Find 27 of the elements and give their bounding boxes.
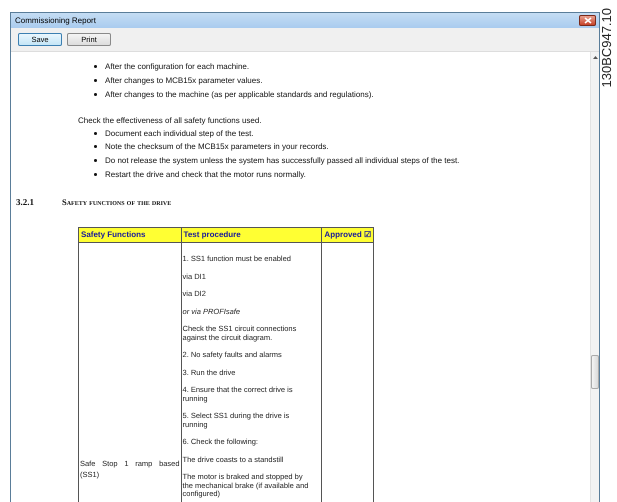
list-item: Do not release the system unless the system has successfully passed all individual steps of the test. [105, 156, 460, 166]
figure-code: 130BC947.10 [598, 8, 616, 88]
scroll-up-icon[interactable] [592, 56, 598, 59]
section-title: Safety functions of the drive [62, 196, 172, 209]
list-item: After the configuration for each machine. [105, 62, 250, 71]
bullet-icon [94, 78, 97, 82]
section-number: 3.2.1 [16, 196, 35, 209]
column-header: Approved ☑ [322, 228, 374, 243]
close-icon [584, 17, 592, 24]
bullet-icon [94, 65, 97, 68]
list-item: Document each individual step of the test. [105, 128, 254, 138]
list-item: Restart the drive and check that the motor runs normally. [105, 170, 306, 179]
column-header: Safety Functions [78, 228, 182, 243]
list-item: Note the checksum of the MCB15x parameters in your records. [105, 142, 329, 152]
scrollbar-thumb[interactable] [591, 355, 599, 389]
bullet-icon [94, 145, 97, 148]
column-header: Test procedure [181, 228, 322, 243]
bullet-icon [94, 159, 97, 162]
scrollbar[interactable] [590, 52, 599, 502]
bullet-icon [94, 172, 97, 176]
bullet-icon [94, 92, 97, 96]
list-item: After changes to MCB15x parameter values. [105, 76, 262, 85]
list-item: After changes to the machine (as per applicable standards and regulations). [105, 90, 374, 99]
paragraph: Check the effectiveness of all safety functions used. [78, 116, 263, 125]
bullet-icon [94, 132, 97, 135]
close-button[interactable] [579, 15, 596, 26]
window-title: Commissioning Report [15, 14, 96, 26]
